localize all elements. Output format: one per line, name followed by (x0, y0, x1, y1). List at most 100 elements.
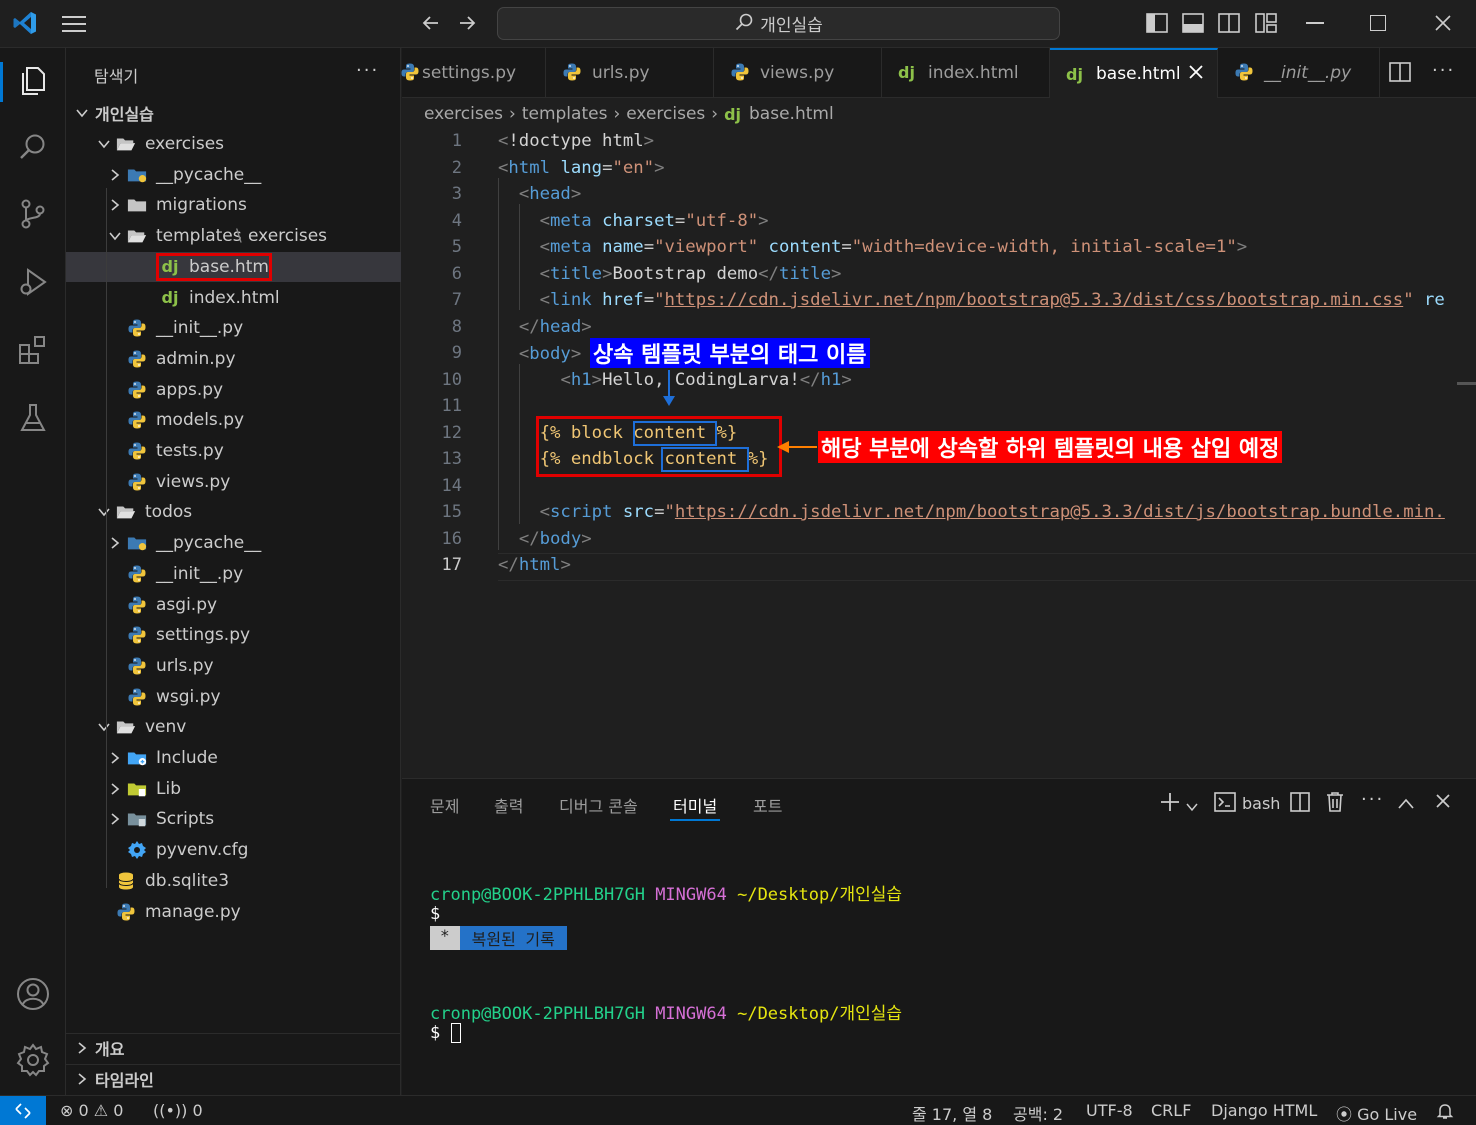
timeline-section[interactable]: 타임라인 (66, 1064, 401, 1094)
tree-item[interactable]: settings.py (66, 620, 401, 650)
new-terminal-plus-icon[interactable] (1159, 791, 1181, 817)
line-number: 3 (451, 184, 462, 204)
tree-item[interactable]: manage.py (66, 897, 401, 927)
encoding-status[interactable]: UTF-8 (1086, 1101, 1133, 1120)
terminal-cursor (450, 1023, 461, 1043)
editor-tab[interactable]: settings.py (400, 48, 546, 98)
editor-more-icon[interactable]: ··· (1432, 60, 1455, 81)
command-center-search[interactable]: 개인실습 (497, 7, 1060, 40)
breadcrumb-item[interactable]: exercises (626, 104, 705, 124)
run-debug-icon[interactable] (15, 264, 51, 300)
tree-item[interactable]: __pycache__ (66, 160, 401, 190)
tree-item[interactable]: Lib (66, 774, 401, 804)
panel-more-icon[interactable]: ··· (1361, 789, 1384, 810)
editor-tab[interactable]: views.py (714, 48, 882, 98)
language-mode[interactable]: Django HTML (1211, 1101, 1317, 1120)
editor-tab[interactable]: dj base.html (1050, 48, 1218, 98)
chevron-down-icon[interactable] (1186, 797, 1198, 816)
tree-item[interactable]: Include (66, 743, 401, 773)
settings-gear-icon[interactable] (15, 1042, 51, 1078)
url-link[interactable]: https://cdn.jsdelivr.net/npm/bootstrap@5… (665, 290, 1404, 310)
tab-problems[interactable]: 문제 (430, 793, 459, 817)
menu-icon[interactable] (62, 14, 88, 38)
more-actions-icon[interactable]: ··· (356, 60, 379, 81)
problems-status[interactable]: ⊗ 0 ⚠ 0 (60, 1101, 123, 1120)
split-editor-icon[interactable] (1389, 62, 1411, 86)
minimize-icon[interactable] (1306, 22, 1324, 24)
customize-layout-icon[interactable] (1255, 13, 1277, 37)
source-control-icon[interactable] (15, 196, 51, 232)
code-line-10: <h1>Hello, CodingLarva!</h1> (560, 370, 852, 390)
remote-indicator-icon[interactable] (0, 1096, 46, 1125)
outline-section[interactable]: 개요 (66, 1033, 401, 1063)
editor-tab[interactable]: dj index.html (882, 48, 1050, 98)
tree-item[interactable]: apps.py (66, 375, 401, 405)
maximize-icon[interactable] (1370, 15, 1386, 31)
ports-status[interactable]: ((•)) 0 (153, 1101, 203, 1120)
cursor-position[interactable]: 줄 17, 열 8 (912, 1101, 992, 1125)
editor-tab[interactable]: urls.py (546, 48, 714, 98)
tree-item[interactable]: models.py (66, 405, 401, 435)
indentation-status[interactable]: 공백: 2 (1013, 1101, 1063, 1125)
breadcrumb-item[interactable]: base.html (749, 104, 834, 124)
tag-token: link (550, 290, 592, 310)
workspace-root[interactable]: 개인실습 (66, 98, 401, 128)
folder-open-icon (116, 717, 136, 737)
breadcrumb-item[interactable]: exercises (424, 104, 503, 124)
tree-item[interactable]: __init__.py (66, 559, 401, 589)
extensions-icon[interactable] (15, 332, 51, 368)
tree-item[interactable]: todos (66, 497, 401, 527)
shell-name[interactable]: bash (1242, 794, 1280, 813)
tree-item[interactable]: asgi.py (66, 590, 401, 620)
explorer-icon[interactable] (15, 63, 51, 99)
tree-item[interactable]: templates \ exercises (66, 221, 401, 251)
forward-arrow-icon[interactable] (456, 12, 478, 38)
tag-token: html (508, 158, 551, 178)
tree-item[interactable]: pyvenv.cfg (66, 835, 401, 865)
tab-debug-console[interactable]: 디버그 콘솔 (559, 793, 638, 817)
tree-item[interactable]: dj index.html (66, 283, 401, 313)
tree-item[interactable]: __pycache__ (66, 528, 401, 558)
active-tab-underline (670, 819, 720, 821)
back-arrow-icon[interactable] (420, 12, 442, 38)
minimap-slider[interactable] (1457, 382, 1476, 385)
python-file-icon (127, 625, 147, 645)
go-live-button[interactable]: ⦿ Go Live (1336, 1101, 1417, 1125)
tree-item[interactable]: __init__.py (66, 313, 401, 343)
url-link[interactable]: https://cdn.jsdelivr.net/npm/bootstrap@5… (675, 502, 1445, 522)
tree-item[interactable]: migrations (66, 190, 401, 220)
toggle-panel-icon[interactable] (1182, 13, 1204, 37)
tree-item[interactable]: views.py (66, 467, 401, 497)
tree-item[interactable]: urls.py (66, 651, 401, 681)
tree-item[interactable]: Scripts (66, 804, 401, 834)
tree-item[interactable]: db.sqlite3 (66, 866, 401, 896)
testing-icon[interactable] (15, 400, 51, 436)
tree-item[interactable]: tests.py (66, 436, 401, 466)
terminal-input-line[interactable]: $ (430, 1023, 461, 1043)
editor-tab[interactable]: __init__.py (1218, 48, 1380, 98)
notifications-bell-icon[interactable] (1436, 1102, 1454, 1124)
attr-token: src (622, 502, 655, 522)
close-tab-icon[interactable] (1188, 64, 1204, 85)
search-view-icon[interactable] (15, 130, 51, 166)
tree-item[interactable]: admin.py (66, 344, 401, 374)
split-terminal-icon[interactable] (1290, 792, 1312, 816)
close-panel-icon[interactable] (1435, 793, 1451, 813)
tab-output[interactable]: 출력 (494, 793, 523, 817)
tree-item[interactable]: exercises (66, 129, 401, 159)
breadcrumb-item[interactable]: templates (522, 104, 608, 124)
account-icon[interactable] (15, 976, 51, 1012)
trash-icon[interactable] (1325, 791, 1345, 817)
tree-item-label: views.py (156, 471, 231, 492)
tree-item[interactable]: wsgi.py (66, 682, 401, 712)
toggle-secondary-sidebar-icon[interactable] (1218, 13, 1240, 37)
tree-item[interactable]: dj base.html (66, 251, 401, 282)
tab-terminal[interactable]: 터미널 (673, 793, 717, 817)
toggle-primary-sidebar-icon[interactable] (1146, 13, 1168, 37)
python-file-icon (127, 472, 147, 492)
eol-status[interactable]: CRLF (1151, 1101, 1191, 1120)
close-window-icon[interactable] (1433, 13, 1453, 37)
tab-ports[interactable]: 포트 (753, 793, 782, 817)
maximize-panel-chevron-up-icon[interactable] (1398, 795, 1414, 814)
tree-item[interactable]: venv (66, 712, 401, 742)
